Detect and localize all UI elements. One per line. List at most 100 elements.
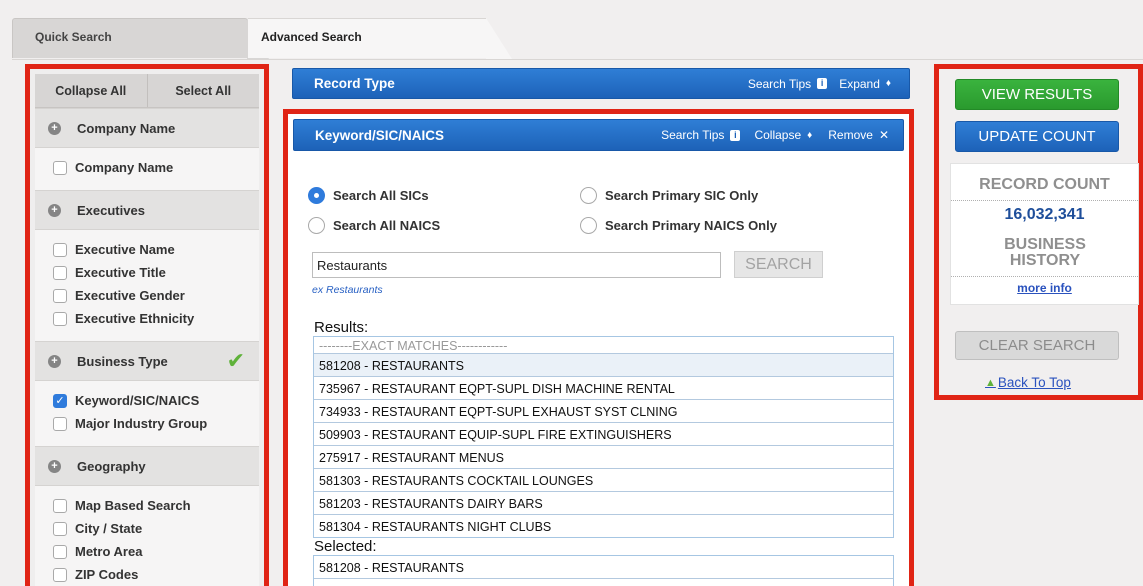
criteria-executive-name[interactable]: Executive Name <box>53 238 259 261</box>
radio-search-all-naics[interactable]: Search All NAICS <box>308 216 580 234</box>
radio-label: Search Primary SIC Only <box>605 187 759 203</box>
update-count-button[interactable]: UPDATE COUNT <box>955 121 1119 152</box>
view-results-button[interactable]: VIEW RESULTS <box>955 79 1119 110</box>
record-type-bar[interactable]: Record Type Search Tips i Expand ♦ <box>292 68 910 99</box>
section-geography[interactable]: + Geography <box>35 446 259 486</box>
section-items: Executive Name Executive Title Executive G… <box>35 230 259 341</box>
checkbox[interactable] <box>53 544 67 559</box>
keyword-search-input[interactable] <box>312 252 721 278</box>
checkbox-label: Company Name <box>75 160 174 175</box>
result-item[interactable]: 509903 - RESTAURANT EQUIP-SUPL FIRE EXTI… <box>314 423 893 446</box>
tab-advanced-search[interactable]: Advanced Search <box>248 18 512 59</box>
result-item[interactable]: 581304 - RESTAURANTS NIGHT CLUBS <box>314 515 893 537</box>
checkbox-label: Executive Name <box>75 242 175 257</box>
checkbox[interactable] <box>53 521 67 536</box>
keyword-search-button[interactable]: SEARCH <box>734 251 823 278</box>
collapse-label: Collapse <box>754 128 802 142</box>
checkbox[interactable] <box>53 416 67 431</box>
section-title: Geography <box>77 458 146 474</box>
section-items: ✓ Keyword/SIC/NAICS Major Industry Group <box>35 381 259 446</box>
criteria-major-industry-group[interactable]: Major Industry Group <box>53 412 259 435</box>
checkbox[interactable] <box>53 288 67 303</box>
section-business-type[interactable]: + Business Type ✔ <box>35 341 259 381</box>
radio-search-all-sics[interactable]: Search All SICs <box>308 186 580 204</box>
criteria-metro-area[interactable]: Metro Area <box>53 540 259 563</box>
checkbox[interactable] <box>53 498 67 513</box>
tab-quick-search[interactable]: Quick Search <box>12 18 269 59</box>
radio-label: Search All SICs <box>333 187 429 203</box>
section-title: Business Type <box>77 353 168 369</box>
expand-icon: + <box>48 459 61 473</box>
criteria-zip-codes[interactable]: ZIP Codes <box>53 563 259 586</box>
result-item[interactable]: 581303 - RESTAURANTS COCKTAIL LOUNGES <box>314 469 893 492</box>
business-history-label: BUSINESS HISTORY <box>1004 236 1086 269</box>
result-item[interactable]: 581208 - RESTAURANTS <box>314 354 893 377</box>
collapse-all-button[interactable]: Collapse All <box>35 74 148 107</box>
checkbox[interactable]: ✓ <box>53 393 67 408</box>
record-count-box: RECORD COUNT 16,032,341 BUSINESS HISTORY… <box>950 163 1139 305</box>
section-executives[interactable]: + Executives <box>35 190 259 230</box>
record-count-value: 16,032,341 <box>1004 206 1085 223</box>
sidebar-sections: + Company Name Company Name + Executives Exec… <box>35 108 259 586</box>
record-type-search-tips[interactable]: Search Tips i <box>748 77 828 91</box>
info-icon: i <box>817 78 828 89</box>
checkmark-icon: ✔ <box>226 348 245 373</box>
criteria-executive-ethnicity[interactable]: Executive Ethnicity <box>53 307 259 330</box>
radio-button[interactable] <box>580 186 597 204</box>
checkbox[interactable] <box>53 265 67 280</box>
checkbox[interactable] <box>53 160 67 175</box>
expand-icon: + <box>48 121 61 135</box>
result-item[interactable]: 735967 - RESTAURANT EQPT-SUPL DISH MACHI… <box>314 377 893 400</box>
checkbox-label: Map Based Search <box>75 498 191 513</box>
criteria-city-state[interactable]: City / State <box>53 517 259 540</box>
checkbox[interactable] <box>53 242 67 257</box>
criteria-executive-gender[interactable]: Executive Gender <box>53 284 259 307</box>
result-item[interactable]: 734933 - RESTAURANT EQPT-SUPL EXHAUST SY… <box>314 400 893 423</box>
keyword-search-tips[interactable]: Search Tips i <box>661 128 741 142</box>
select-all-button[interactable]: Select All <box>148 74 260 107</box>
checkbox-label: Executive Title <box>75 265 166 280</box>
criteria-executive-title[interactable]: Executive Title <box>53 261 259 284</box>
back-to-top-label: Back To Top <box>997 375 1071 390</box>
selected-item[interactable]: 581208 - RESTAURANTS <box>314 556 893 579</box>
criteria-company-name[interactable]: Company Name <box>53 156 259 179</box>
radio-button[interactable] <box>580 216 597 234</box>
clear-search-button[interactable]: CLEAR SEARCH <box>955 331 1119 360</box>
keyword-title: Keyword/SIC/NAICS <box>315 127 445 143</box>
result-item[interactable]: 581203 - RESTAURANTS DAIRY BARS <box>314 492 893 515</box>
criteria-map-based-search[interactable]: Map Based Search <box>53 494 259 517</box>
expand-icon: + <box>48 203 61 217</box>
selected-label: Selected: <box>314 538 377 555</box>
checkbox-label: Major Industry Group <box>75 416 208 431</box>
sic-radio-group: Search All SICs Search Primary SIC Only … <box>308 180 888 240</box>
search-tips-label: Search Tips <box>661 128 725 142</box>
criteria-keyword-sic-naics[interactable]: ✓ Keyword/SIC/NAICS <box>53 389 259 412</box>
record-type-expand[interactable]: Expand ♦ <box>839 77 891 91</box>
selected-list[interactable]: 581208 - RESTAURANTS <box>313 555 894 586</box>
back-to-top-link[interactable]: ▲ Back To Top <box>985 375 1071 390</box>
result-item[interactable]: 275917 - RESTAURANT MENUS <box>314 446 893 469</box>
radio-button[interactable] <box>308 216 325 234</box>
checkbox[interactable] <box>53 567 67 582</box>
keyword-remove[interactable]: Remove ✕ <box>828 128 889 142</box>
checkbox-label: ZIP Codes <box>75 567 139 582</box>
radio-label: Search All NAICS <box>333 217 441 233</box>
radio-button[interactable] <box>308 186 325 204</box>
radio-search-primary-naics[interactable]: Search Primary NAICS Only <box>580 216 777 234</box>
sidebar-header: Collapse All Select All <box>35 74 259 108</box>
keyword-collapse[interactable]: Collapse ♦ <box>754 128 812 142</box>
results-list[interactable]: --------EXACT MATCHES------------ 581208 … <box>313 336 894 538</box>
record-type-title: Record Type <box>314 76 395 91</box>
checkbox[interactable] <box>53 311 67 326</box>
close-icon: ✕ <box>878 128 889 142</box>
criteria-sidebar: Collapse All Select All + Company Name Com… <box>25 64 269 586</box>
checkbox-label: Keyword/SIC/NAICS <box>75 393 200 408</box>
checkbox-label: Metro Area <box>75 544 143 559</box>
radio-search-primary-sic[interactable]: Search Primary SIC Only <box>580 186 759 204</box>
keyword-bar: Keyword/SIC/NAICS Search Tips i Collapse ♦… <box>293 119 904 151</box>
more-info-link[interactable]: more info <box>951 281 1138 295</box>
results-panel: VIEW RESULTS UPDATE COUNT RECORD COUNT 1… <box>934 64 1143 400</box>
section-company-name[interactable]: + Company Name <box>35 108 259 148</box>
search-tabs: Quick Search Advanced Search <box>12 18 1143 60</box>
results-header: --------EXACT MATCHES------------ <box>314 337 893 354</box>
